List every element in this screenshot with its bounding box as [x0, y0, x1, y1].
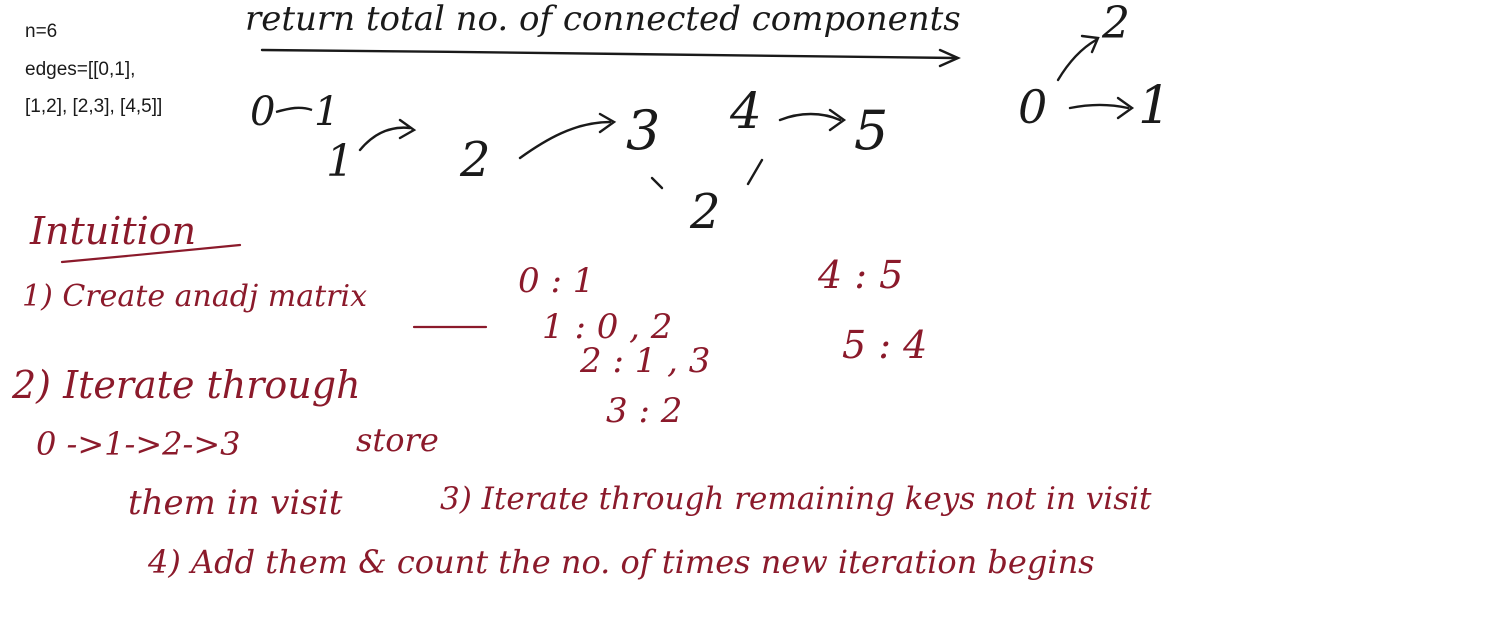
step-4: 4) Add them & count the no. of times new… — [148, 543, 1095, 581]
adjacency-2: 2 : 1 , 3 — [580, 341, 711, 381]
adjacency-5: 5 : 4 — [842, 323, 928, 367]
arrow-0-to-1 — [1068, 103, 1130, 110]
title-underline-arrow — [260, 48, 958, 60]
node-5: 5 — [854, 99, 889, 162]
step-2-visit: them in visit — [128, 483, 343, 523]
step-1: 1) Create anadj matrix — [22, 279, 367, 314]
node-1-top: 1 — [314, 89, 340, 135]
node-0: 0 — [250, 89, 276, 135]
edge-3-to-label — [650, 176, 664, 190]
step-2-path: 0 ->1->2->3 — [36, 425, 241, 463]
node-2: 2 — [460, 132, 491, 188]
arrow-2-to-3 — [518, 120, 612, 160]
adjacency-3: 3 : 2 — [606, 391, 683, 431]
adjacency-0: 0 : 1 — [518, 261, 595, 301]
edge-4-to-label — [746, 158, 764, 186]
node-4: 4 — [730, 82, 762, 140]
arrowhead-1-to-2 — [398, 118, 417, 140]
step-2: 2) Iterate through — [12, 363, 361, 407]
arrow-1-to-2 — [358, 126, 412, 152]
intuition-heading: Intuition — [30, 209, 197, 253]
arrow-0-to-2 — [1056, 38, 1098, 82]
adjacency-1: 1 : 0 , 2 — [542, 307, 673, 347]
node-c3-2: 2 — [1102, 0, 1130, 49]
node-c3-1: 1 — [1138, 76, 1172, 136]
arrow-4-to-5 — [778, 112, 842, 122]
whiteboard-canvas: n=6 edges=[[0,1], [1,2], [2,3], [4,5]] r… — [0, 0, 1489, 621]
edge-0-1-link — [275, 106, 313, 114]
adjacency-4: 4 : 5 — [818, 253, 904, 297]
node-1: 1 — [326, 136, 354, 187]
step-2-store: store — [356, 421, 439, 459]
step-3: 3) Iterate through remaining keys not in… — [440, 481, 1152, 517]
edge-weight-label: 2 — [690, 184, 721, 240]
node-3: 3 — [626, 99, 661, 162]
node-c3-0: 0 — [1018, 80, 1048, 134]
